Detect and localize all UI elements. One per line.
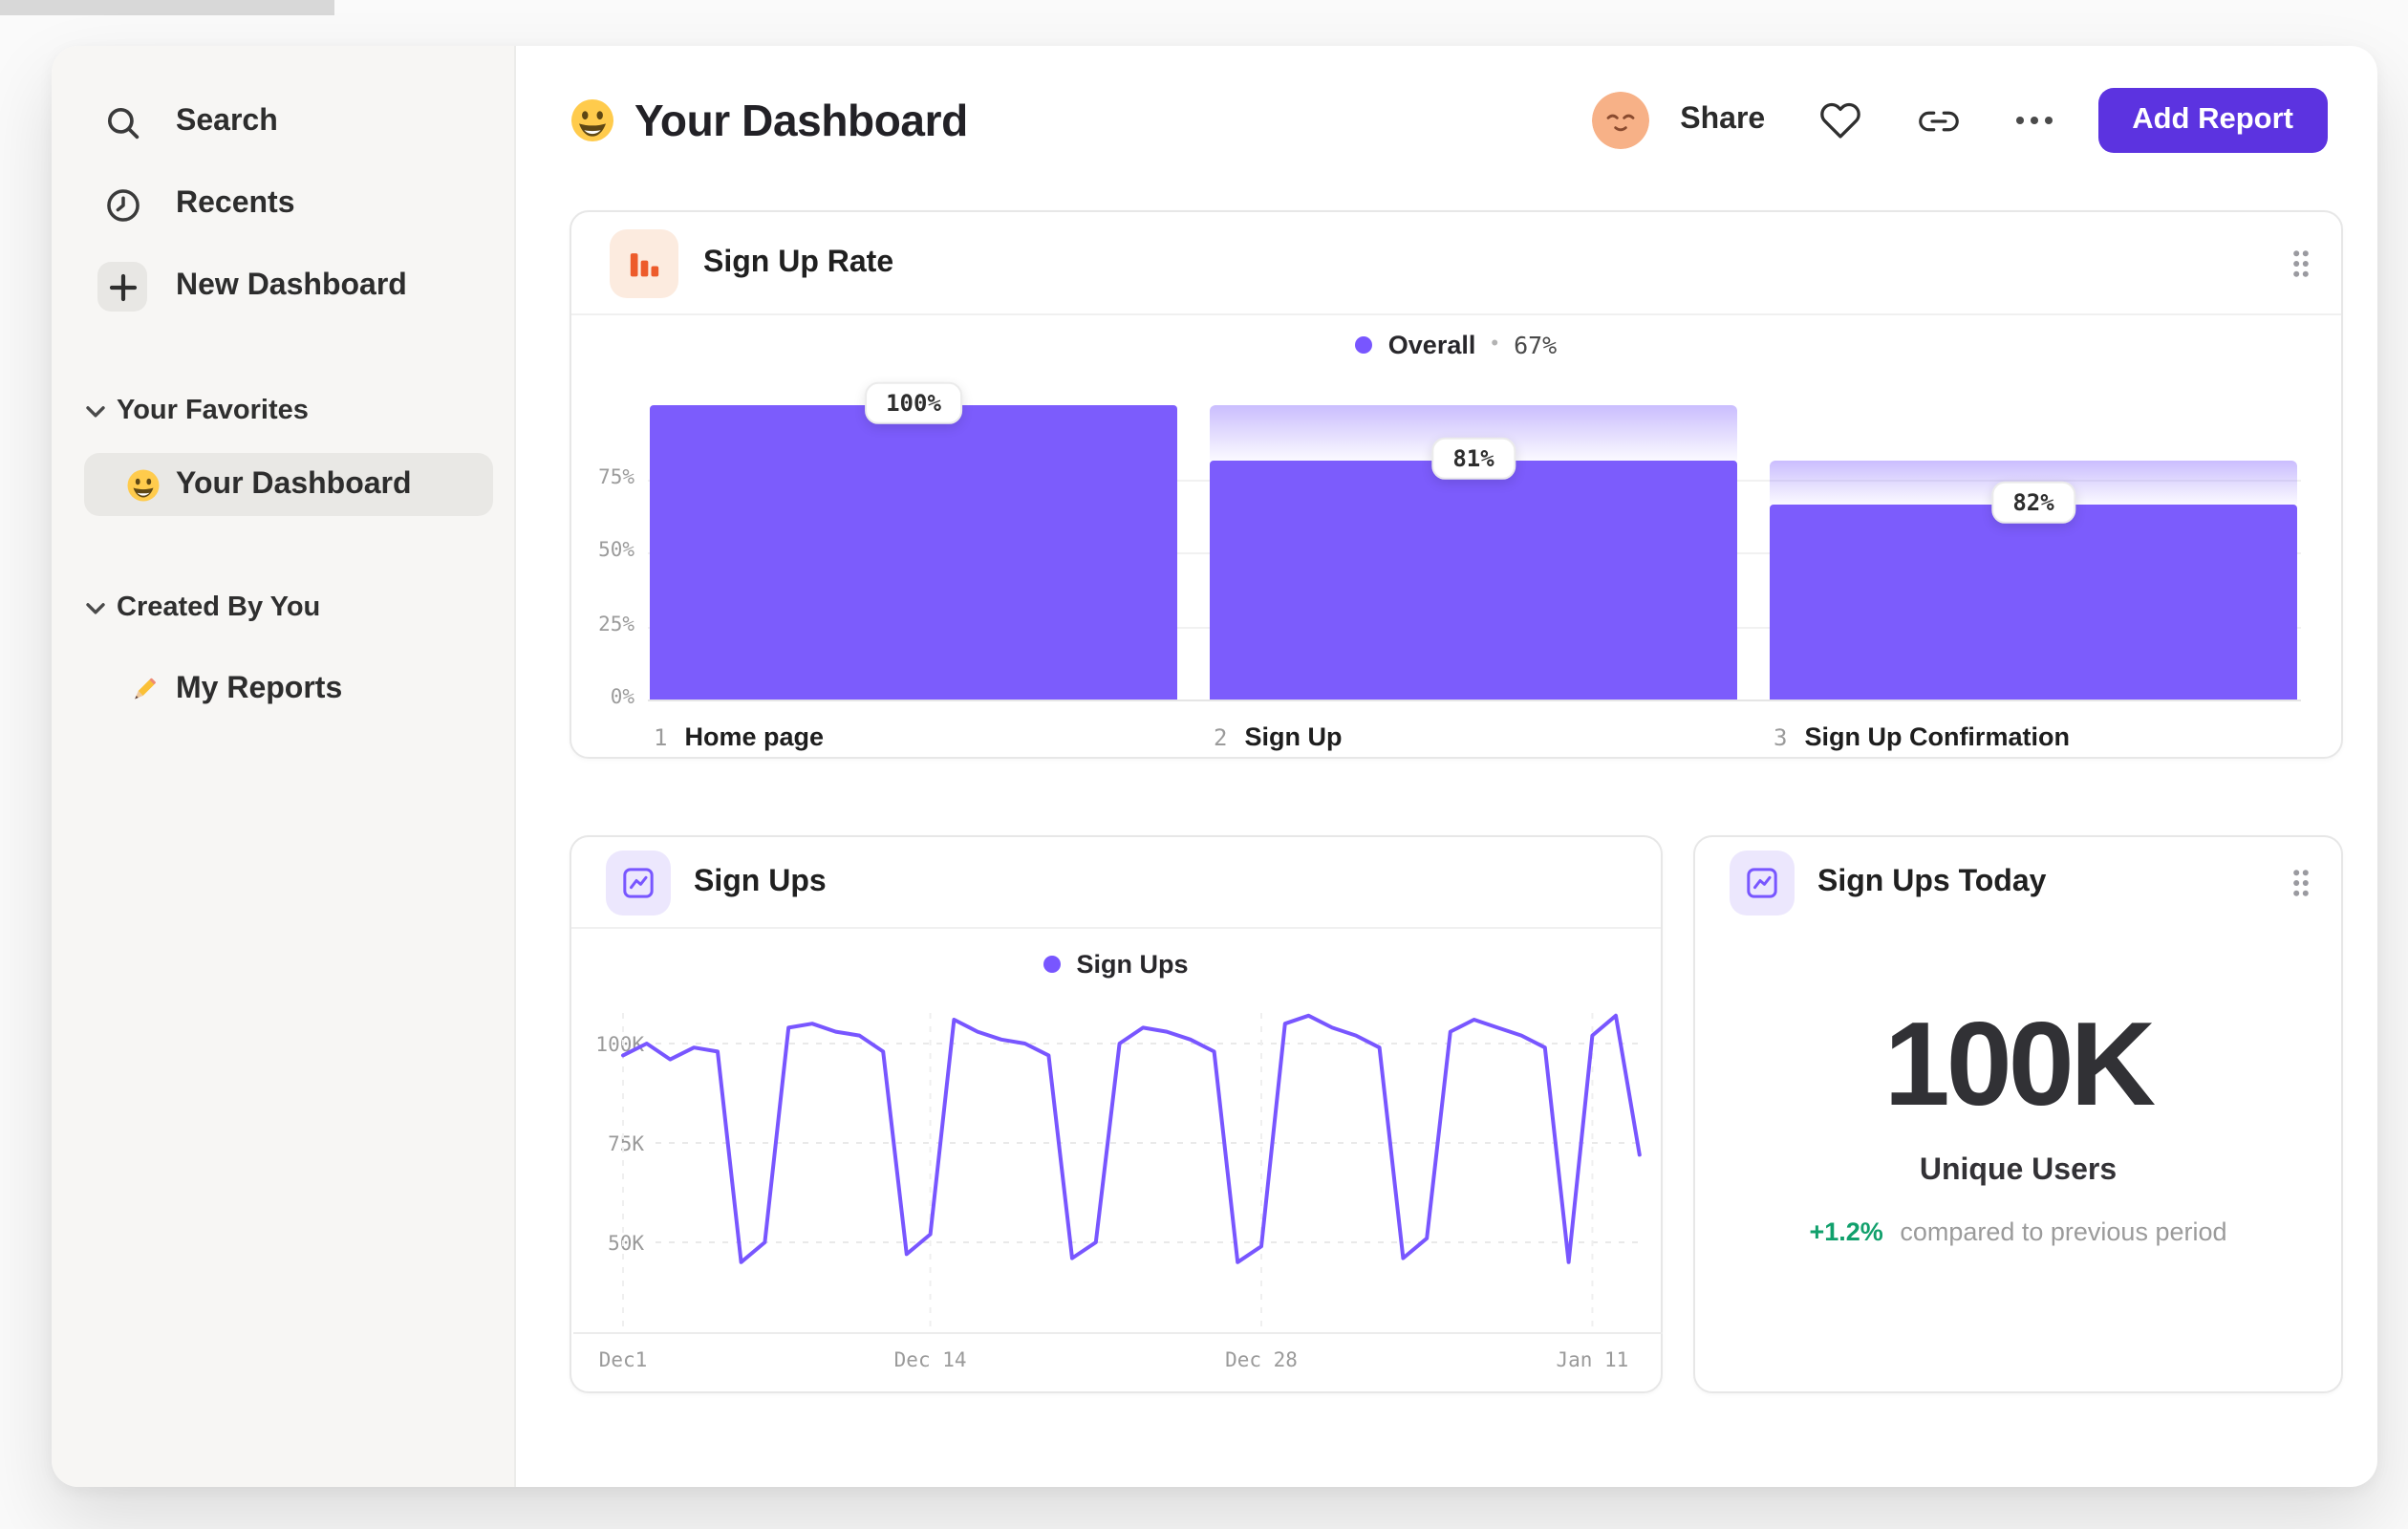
sign-ups-card: Sign Ups Sign Ups 100K 75K 50K Dec1 Dec 14 De… [570,835,1663,1393]
sidebar-item-label: Recents [176,187,295,220]
kpi-delta-row: +1.2% compared to previous period [1695,1217,2341,1246]
more-options-icon[interactable] [2011,113,2055,128]
funnel-plot: 75% 50% 25% 0% 100% 1 Home page 81% 2 Sign Up 82% 3… [571,381,2341,761]
plus-icon [97,262,147,312]
legend-value: 67% [1514,330,1558,358]
favorite-heart-icon[interactable] [1818,99,1860,141]
sidebar-item-your-dashboard[interactable]: Your Dashboard [84,453,493,516]
sign-ups-today-card: Sign Ups Today 100K Unique Users +1.2% c… [1693,835,2343,1393]
page-title: Your Dashboard [634,95,968,144]
kpi-value: 100K [1883,1000,2156,1131]
clock-icon [97,180,147,229]
header-actions: Share Add Report [1592,88,2328,153]
legend-label: Sign Ups [1076,949,1189,978]
background-strip [0,0,334,15]
sidebar-item-my-reports[interactable]: My Reports [84,657,493,721]
funnel-step-label: 3 Sign Up Confirmation [1774,722,2070,751]
sidebar-item-label: Search [176,105,278,138]
funnel-step-conversion-label: 82% [1991,482,2075,525]
page-header: Your Dashboard [570,92,968,149]
kpi-delta-note: compared to previous period [1900,1217,2227,1246]
funnel-y-tick: 0% [610,686,634,709]
search-icon [97,97,147,147]
section-created-by-you[interactable]: Created By You [52,589,514,627]
sign-up-rate-card: Sign Up Rate Overall • 67% 75% 50% 25% 0% 10… [570,210,2343,759]
card-header: Sign Ups Today [1695,837,2341,929]
funnel-bar[interactable] [650,405,1177,700]
smiley-emoji-icon [570,97,615,143]
add-report-button[interactable]: Add Report [2097,88,2328,153]
sidebar-item-label: My Reports [176,672,343,704]
kpi-metric-label: Unique Users [1919,1154,2118,1187]
funnel-y-tick: 50% [598,539,634,562]
card-header: Sign Ups [571,837,1661,929]
sidebar-item-search[interactable]: Search [52,90,514,155]
bar-chart-icon [610,228,678,297]
share-button[interactable]: Share [1680,103,1765,138]
chevron-down-icon [86,602,105,614]
sidebar-item-new-dashboard[interactable]: New Dashboard [52,254,514,319]
funnel-gridline [648,700,2301,701]
svg-text:Dec 14: Dec 14 [894,1348,967,1371]
app: Search Recents New Dashboard Your Favori… [0,0,2408,1529]
section-your-favorites[interactable]: Your Favorites [52,392,514,430]
svg-text:Dec1: Dec1 [599,1348,648,1371]
drag-handle-icon[interactable] [2291,248,2311,278]
legend-dot [1043,955,1062,972]
card-title: Sign Ups Today [1817,866,2047,898]
funnel-y-tick: 75% [598,465,634,488]
legend-label: Overall [1387,330,1476,358]
funnel-legend[interactable]: Overall • 67% [571,327,2341,361]
funnel-step-conversion-label: 81% [1431,438,1516,481]
funnel-y-tick: 25% [598,613,634,635]
svg-text:Dec 28: Dec 28 [1225,1348,1298,1371]
legend-dot [1355,335,1373,353]
line-chart-icon [1730,851,1795,915]
avatar[interactable] [1592,92,1650,149]
svg-text:Jan 11: Jan 11 [1556,1348,1628,1371]
section-label: Your Favorites [117,396,309,426]
chevron-down-icon [86,405,105,417]
sidebar-item-recents[interactable]: Recents [52,172,514,237]
copy-link-icon[interactable] [1918,100,1959,140]
svg-text:100K: 100K [595,1033,644,1056]
kpi-delta: +1.2% [1809,1217,1883,1246]
legend-separator: • [1491,333,1499,355]
drag-handle-icon[interactable] [2291,868,2311,898]
svg-text:75K: 75K [608,1132,644,1155]
svg-text:50K: 50K [608,1232,644,1255]
app-window: Search Recents New Dashboard Your Favori… [52,46,2377,1487]
smiley-emoji-icon [126,467,161,502]
funnel-bar[interactable] [1770,505,2297,700]
card-title: Sign Ups [694,865,827,897]
line-chart-icon [606,850,671,915]
line-legend[interactable]: Sign Ups [571,946,1661,980]
sidebar-item-label: New Dashboard [176,269,407,302]
pencil-emoji-icon [126,672,161,706]
card-header: Sign Up Rate [571,212,2341,315]
sidebar-item-label: Your Dashboard [176,467,412,500]
funnel-bar[interactable] [1210,461,1737,700]
funnel-step-label: 2 Sign Up [1214,722,1343,751]
section-label: Created By You [117,592,321,623]
card-title: Sign Up Rate [703,246,894,278]
funnel-step-conversion-label: 100% [865,381,962,424]
funnel-step-label: 1 Home page [654,722,825,751]
sidebar: Search Recents New Dashboard Your Favori… [52,46,516,1487]
